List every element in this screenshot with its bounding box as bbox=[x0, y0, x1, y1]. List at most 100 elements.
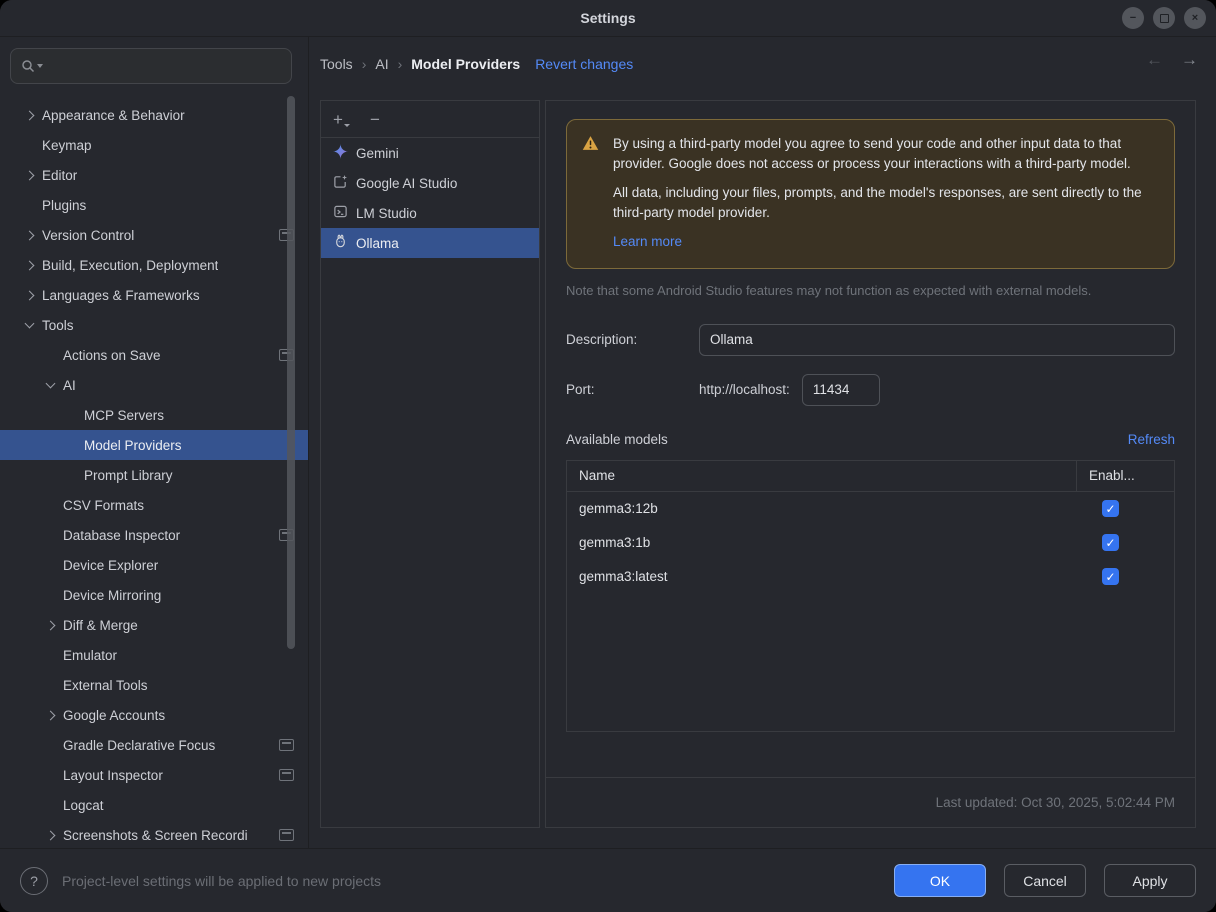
sidebar-item-device-mirroring[interactable]: Device Mirroring bbox=[0, 580, 308, 610]
sidebar-item-label: Diff & Merge bbox=[63, 618, 138, 633]
model-enabled-checkbox[interactable] bbox=[1102, 568, 1119, 585]
breadcrumb-tools[interactable]: Tools bbox=[320, 56, 353, 72]
models-table-header: Name Enabl... bbox=[567, 461, 1174, 492]
sidebar-scrollbar[interactable] bbox=[287, 96, 295, 649]
sidebar-item-label: Logcat bbox=[63, 798, 104, 813]
apply-button[interactable]: Apply bbox=[1104, 864, 1196, 897]
provider-item-google-ai-studio[interactable]: Google AI Studio bbox=[321, 168, 539, 198]
help-button[interactable]: ? bbox=[20, 867, 48, 895]
cancel-button[interactable]: Cancel bbox=[1004, 864, 1086, 897]
plus-icon: + bbox=[333, 111, 343, 128]
chevron-right-icon[interactable] bbox=[16, 232, 42, 239]
body-area: Appearance & Behavior Keymap Editor Plug… bbox=[0, 36, 1216, 848]
titlebar: Settings − × bbox=[0, 0, 1216, 37]
model-enabled-checkbox[interactable] bbox=[1102, 500, 1119, 517]
close-button[interactable]: × bbox=[1184, 7, 1206, 29]
sidebar-item-label: Device Mirroring bbox=[63, 588, 161, 603]
learn-more-link[interactable]: Learn more bbox=[613, 232, 682, 252]
table-row[interactable]: gemma3:1b bbox=[567, 526, 1174, 560]
sidebar-item-device-explorer[interactable]: Device Explorer bbox=[0, 550, 308, 580]
google-ai-studio-icon bbox=[333, 174, 348, 192]
sidebar-item-label: CSV Formats bbox=[63, 498, 144, 513]
settings-search[interactable] bbox=[10, 48, 292, 84]
sidebar-item-label: Gradle Declarative Focus bbox=[63, 738, 215, 753]
model-name: gemma3:latest bbox=[567, 569, 1076, 584]
sidebar-item-keymap[interactable]: Keymap bbox=[0, 130, 308, 160]
gemini-icon bbox=[333, 144, 348, 162]
sidebar-item-version-control[interactable]: Version Control bbox=[0, 220, 308, 250]
sidebar-item-tools[interactable]: Tools bbox=[0, 310, 308, 340]
sidebar-item-google-accounts[interactable]: Google Accounts bbox=[0, 700, 308, 730]
provider-item-lm-studio[interactable]: LM Studio bbox=[321, 198, 539, 228]
sidebar-item-appearance-behavior[interactable]: Appearance & Behavior bbox=[0, 100, 308, 130]
breadcrumb-separator: › bbox=[362, 56, 367, 72]
sidebar-item-label: Keymap bbox=[42, 138, 92, 153]
sidebar-item-label: Database Inspector bbox=[63, 528, 180, 543]
description-input[interactable] bbox=[699, 324, 1175, 356]
chevron-right-icon[interactable] bbox=[37, 622, 63, 629]
sidebar-item-emulator[interactable]: Emulator bbox=[0, 640, 308, 670]
provider-item-ollama[interactable]: Ollama bbox=[321, 228, 539, 258]
refresh-link[interactable]: Refresh bbox=[1128, 432, 1175, 447]
providers-toolbar: + − bbox=[321, 101, 539, 138]
sidebar-item-csv-formats[interactable]: CSV Formats bbox=[0, 490, 308, 520]
model-enabled-checkbox[interactable] bbox=[1102, 534, 1119, 551]
sidebar-item-actions-on-save[interactable]: Actions on Save bbox=[0, 340, 308, 370]
sidebar-item-label: Appearance & Behavior bbox=[42, 108, 185, 123]
chevron-right-icon[interactable] bbox=[37, 832, 63, 839]
sidebar-item-build-execution-deployment[interactable]: Build, Execution, Deployment bbox=[0, 250, 308, 280]
remove-provider-button[interactable]: − bbox=[370, 111, 380, 128]
maximize-button[interactable] bbox=[1153, 7, 1175, 29]
project-level-hint: Project-level settings will be applied t… bbox=[62, 873, 381, 889]
chevron-right-icon[interactable] bbox=[16, 172, 42, 179]
chevron-right-icon[interactable] bbox=[37, 712, 63, 719]
sidebar-item-screenshots-screen-recording[interactable]: Screenshots & Screen Recordi bbox=[0, 820, 308, 848]
chevron-down-icon[interactable] bbox=[16, 323, 42, 327]
table-row[interactable]: gemma3:12b bbox=[567, 492, 1174, 526]
chevron-right-icon[interactable] bbox=[16, 292, 42, 299]
sidebar-item-label: Tools bbox=[42, 318, 74, 333]
sidebar-item-label: Screenshots & Screen Recordi bbox=[63, 828, 248, 843]
search-input[interactable] bbox=[47, 58, 281, 75]
main-area: Tools › AI › Model Providers Revert chan… bbox=[309, 36, 1216, 848]
sidebar-item-model-providers[interactable]: Model Providers bbox=[0, 430, 308, 460]
sidebar-item-label: MCP Servers bbox=[84, 408, 164, 423]
chevron-right-icon[interactable] bbox=[16, 262, 42, 269]
breadcrumb-ai[interactable]: AI bbox=[375, 56, 388, 72]
sidebar-item-mcp-servers[interactable]: MCP Servers bbox=[0, 400, 308, 430]
sidebar-item-editor[interactable]: Editor bbox=[0, 160, 308, 190]
sidebar-item-label: Version Control bbox=[42, 228, 134, 243]
chevron-down-icon[interactable] bbox=[37, 383, 63, 387]
sidebar-item-prompt-library[interactable]: Prompt Library bbox=[0, 460, 308, 490]
port-input[interactable] bbox=[802, 374, 880, 406]
history-nav: ← → bbox=[1146, 50, 1198, 70]
search-history-arrow-icon bbox=[37, 64, 43, 68]
sidebar-item-layout-inspector[interactable]: Layout Inspector bbox=[0, 760, 308, 790]
sidebar-item-diff-merge[interactable]: Diff & Merge bbox=[0, 610, 308, 640]
revert-changes-link[interactable]: Revert changes bbox=[535, 56, 633, 72]
sidebar-item-languages-frameworks[interactable]: Languages & Frameworks bbox=[0, 280, 308, 310]
minimize-button[interactable]: − bbox=[1122, 7, 1144, 29]
external-models-note: Note that some Android Studio features m… bbox=[566, 283, 1175, 298]
port-label: Port: bbox=[566, 382, 699, 397]
table-row[interactable]: gemma3:latest bbox=[567, 560, 1174, 594]
sidebar-item-plugins[interactable]: Plugins bbox=[0, 190, 308, 220]
available-models-row: Available models Refresh bbox=[566, 430, 1175, 450]
ok-button[interactable]: OK bbox=[894, 864, 986, 897]
settings-window: Settings − × Appearance & Be bbox=[0, 0, 1216, 912]
chevron-right-icon[interactable] bbox=[16, 112, 42, 119]
sidebar-item-label: Languages & Frameworks bbox=[42, 288, 200, 303]
sidebar-item-gradle-declarative-focus[interactable]: Gradle Declarative Focus bbox=[0, 730, 308, 760]
sidebar-item-logcat[interactable]: Logcat bbox=[0, 790, 308, 820]
sidebar-item-label: Device Explorer bbox=[63, 558, 158, 573]
ollama-icon bbox=[333, 234, 348, 252]
sidebar-item-ai[interactable]: AI bbox=[0, 370, 308, 400]
back-arrow-icon[interactable]: ← bbox=[1146, 50, 1163, 70]
settings-sidebar: Appearance & Behavior Keymap Editor Plug… bbox=[0, 36, 309, 848]
provider-item-gemini[interactable]: Gemini bbox=[321, 138, 539, 168]
column-header-enabled: Enabl... bbox=[1076, 461, 1174, 491]
sidebar-item-database-inspector[interactable]: Database Inspector bbox=[0, 520, 308, 550]
sidebar-item-external-tools[interactable]: External Tools bbox=[0, 670, 308, 700]
forward-arrow-icon[interactable]: → bbox=[1181, 50, 1198, 70]
add-provider-button[interactable]: + bbox=[333, 111, 350, 128]
